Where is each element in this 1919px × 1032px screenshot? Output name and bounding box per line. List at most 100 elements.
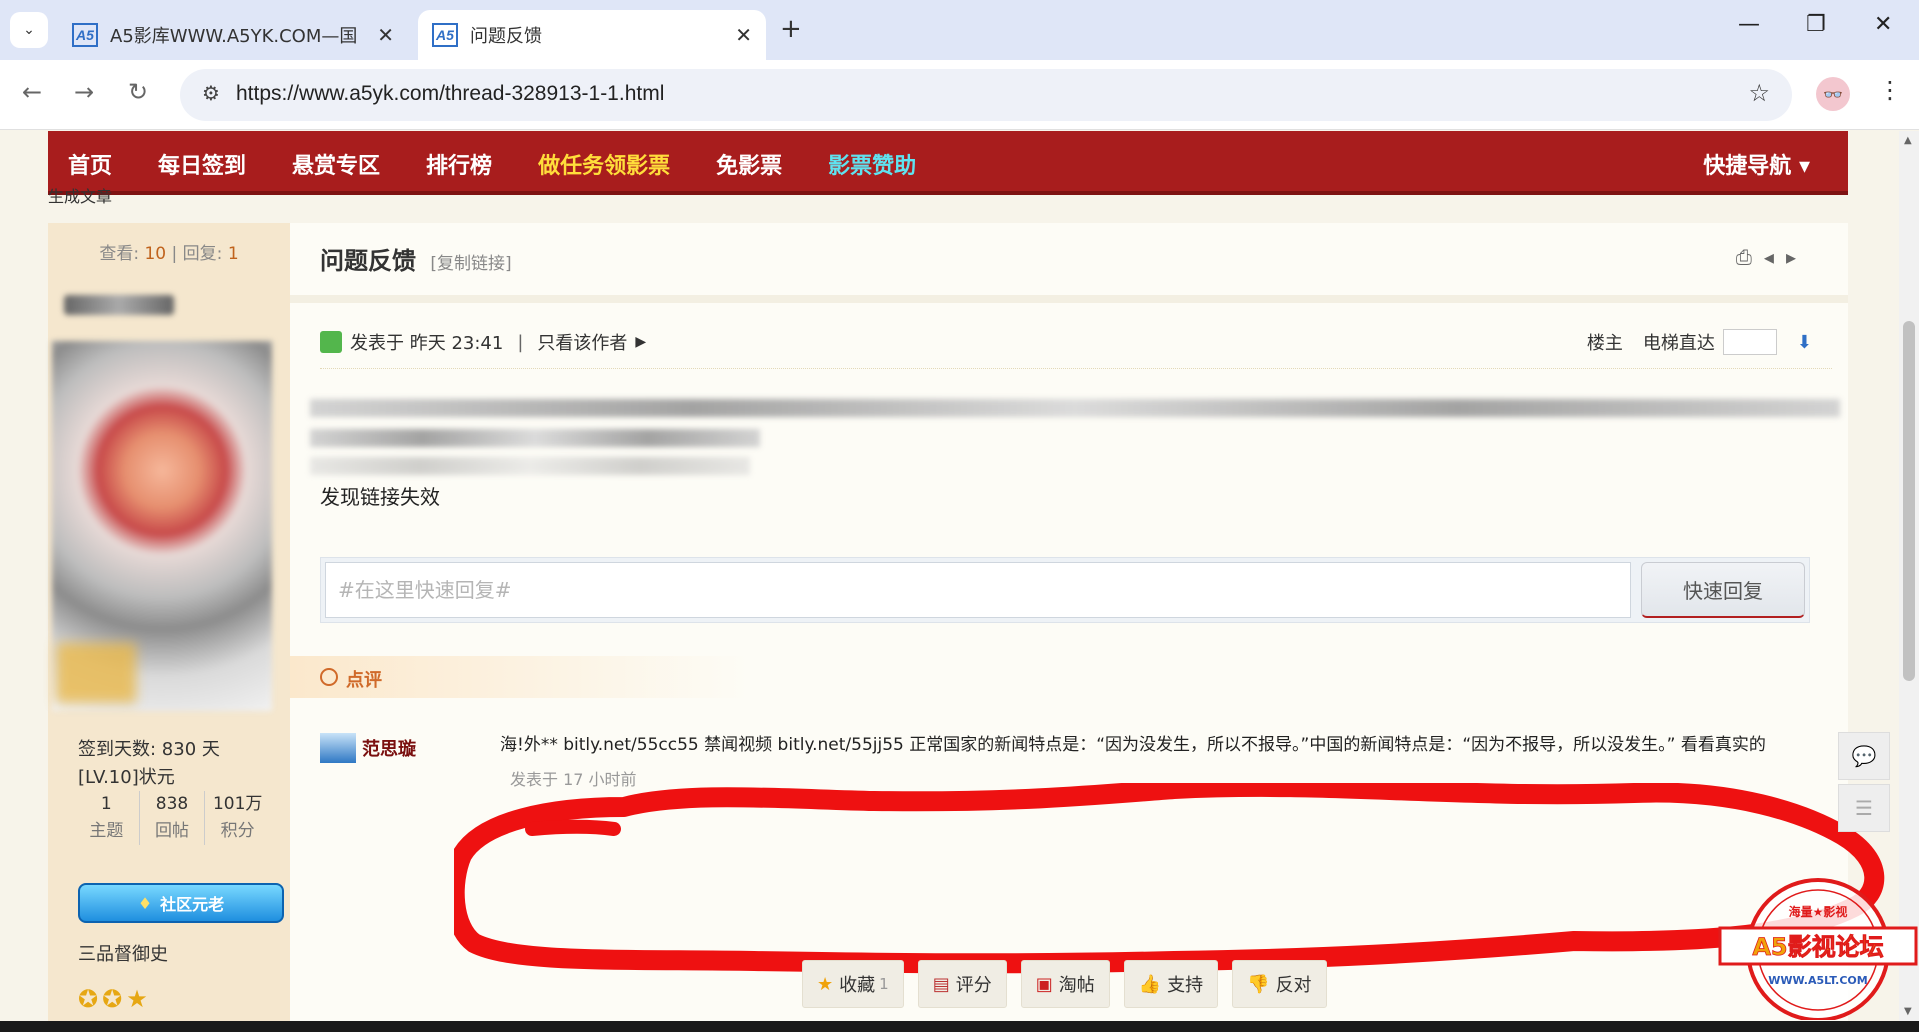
calendar-icon: ▤ bbox=[932, 973, 950, 995]
nav-item-free-tickets[interactable]: 免影票 bbox=[716, 148, 782, 180]
jump-arrow-down-icon[interactable]: ⬇ bbox=[1797, 332, 1812, 353]
restore-icon[interactable]: ❐ bbox=[1806, 12, 1826, 37]
os-taskbar bbox=[0, 1021, 1919, 1032]
diamond-icon: ♦ bbox=[137, 893, 153, 913]
sun-rank-icon: ✪ bbox=[102, 985, 127, 1013]
reload-icon[interactable]: ↻ bbox=[128, 78, 148, 106]
commenter-name[interactable]: 范思璇 bbox=[362, 735, 416, 761]
tab-list-chevron-icon[interactable]: ⌄ bbox=[10, 12, 48, 48]
count-label: 回帖 bbox=[155, 821, 189, 841]
rate-button[interactable]: ▤ 评分 bbox=[917, 960, 1007, 1008]
star-icon: ★ bbox=[817, 973, 834, 995]
quick-reply-input[interactable] bbox=[325, 562, 1631, 618]
meta-divider bbox=[320, 368, 1832, 369]
page-title: 问题反馈 bbox=[320, 247, 416, 275]
watermark-top-text: 海量★影视 bbox=[1789, 904, 1848, 919]
copy-link[interactable]: [复制链接] bbox=[430, 254, 511, 274]
back-arrow-icon[interactable]: ← bbox=[22, 78, 42, 106]
replies-count: 1 bbox=[227, 244, 239, 264]
a5-forum-watermark-logo: 海量★影视 A5影视论坛 WWW.A5LT.COM bbox=[1718, 878, 1918, 1020]
star-rank-icon: ★ bbox=[126, 985, 152, 1013]
comment-section-header: 点评 bbox=[290, 656, 750, 698]
quick-nav-dropdown[interactable]: 快捷导航 ▾ bbox=[1703, 148, 1810, 180]
views-count: 10 bbox=[144, 244, 167, 264]
nav-item-tasks[interactable]: 做任务领影票 bbox=[538, 148, 670, 180]
browser-tab-feedback[interactable]: A5 问题反馈 ✕ bbox=[418, 10, 766, 60]
quick-nav-label: 快捷导航 bbox=[1703, 154, 1792, 179]
box-icon: ▣ bbox=[1035, 973, 1053, 995]
online-status-icon bbox=[320, 331, 342, 353]
url-text[interactable]: https://www.a5yk.com/thread-328913-1-1.h… bbox=[236, 82, 664, 106]
count-label: 主题 bbox=[89, 821, 124, 841]
prev-thread-icon[interactable]: ◂ bbox=[1764, 245, 1786, 269]
comment-header-label: 点评 bbox=[346, 670, 382, 691]
nav-item-bounty[interactable]: 悬赏专区 bbox=[292, 148, 380, 180]
nav-item-home[interactable]: 首页 bbox=[68, 148, 112, 180]
next-thread-icon[interactable]: ▸ bbox=[1786, 245, 1808, 269]
nav-item-checkin[interactable]: 每日签到 bbox=[158, 148, 246, 180]
support-button[interactable]: 👍 支持 bbox=[1123, 960, 1219, 1008]
browser-menu-icon[interactable]: ⋮ bbox=[1878, 76, 1902, 104]
profile-avatar-icon[interactable]: 👓 bbox=[1816, 77, 1850, 111]
count-value: 838 bbox=[155, 794, 189, 814]
nav-items: 首页 每日签到 悬赏专区 排行榜 做任务领影票 免影票 影票赞助 bbox=[68, 148, 916, 180]
action-label: 反对 bbox=[1275, 975, 1312, 996]
tab-close-icon[interactable]: ✕ bbox=[377, 23, 394, 47]
window-close-icon[interactable]: ✕ bbox=[1874, 12, 1892, 37]
user-level: [LV.10]状元 bbox=[78, 767, 175, 788]
watermark-main-text: A5影视论坛 bbox=[1752, 933, 1883, 961]
comment-text: 海!外** bitly.net/55cc55 禁闻视频 bitly.net/55… bbox=[500, 735, 1766, 755]
float-list-icon[interactable]: ☰ bbox=[1838, 784, 1890, 832]
oppose-button[interactable]: 👎 反对 bbox=[1232, 960, 1327, 1008]
commenter[interactable]: 范思璇 bbox=[320, 733, 416, 763]
omnibox[interactable]: ⚙ https://www.a5yk.com/thread-328913-1-1… bbox=[180, 69, 1792, 121]
action-label: 收藏 bbox=[839, 975, 876, 996]
forward-arrow-icon[interactable]: → bbox=[74, 78, 94, 106]
favorite-button[interactable]: ★ 收藏 1 bbox=[802, 960, 904, 1008]
action-label: 淘帖 bbox=[1058, 975, 1095, 996]
caret-down-icon: ▾ bbox=[1798, 154, 1810, 179]
watermark-url-text: WWW.A5LT.COM bbox=[1768, 974, 1867, 987]
count-threads[interactable]: 1 主题 bbox=[74, 791, 139, 845]
browser-tab-a5yk-home[interactable]: A5 A5影库WWW.A5YK.COM—国 ✕ bbox=[58, 10, 408, 60]
count-replies[interactable]: 838 回帖 bbox=[138, 791, 205, 845]
nav-item-sponsor[interactable]: 影票赞助 bbox=[828, 148, 916, 180]
action-label: 支持 bbox=[1167, 975, 1204, 996]
site-settings-icon[interactable]: ⚙ bbox=[202, 81, 220, 105]
minimize-icon[interactable]: — bbox=[1738, 12, 1760, 37]
tab-title: A5影库WWW.A5YK.COM—国 bbox=[110, 26, 358, 47]
floor-jump-input[interactable] bbox=[1722, 329, 1777, 355]
a5-favicon-icon: A5 bbox=[432, 23, 458, 47]
nav-item-ranking[interactable]: 排行榜 bbox=[426, 148, 492, 180]
author-name-blurred[interactable] bbox=[64, 295, 174, 315]
tab-close-icon[interactable]: ✕ bbox=[735, 23, 752, 47]
new-tab-plus-icon[interactable]: + bbox=[780, 14, 802, 44]
collect-button[interactable]: ▣ 淘帖 bbox=[1020, 960, 1110, 1008]
commenter-avatar[interactable] bbox=[320, 733, 356, 763]
count-points[interactable]: 101万 积分 bbox=[204, 791, 270, 845]
scrollbar-thumb[interactable] bbox=[1903, 321, 1915, 681]
site-top-nav: 首页 每日签到 悬赏专区 排行榜 做任务领影票 免影票 影票赞助 快捷导航 ▾ bbox=[48, 131, 1848, 195]
thread-stats: 查看: 10 | 回复: 1 bbox=[48, 239, 290, 264]
title-separator bbox=[290, 295, 1848, 303]
author-counts: 1 主题 838 回帖 101万 积分 bbox=[74, 791, 270, 845]
bookmark-star-icon[interactable]: ☆ bbox=[1748, 79, 1770, 107]
address-bar-row: ← → ↻ ⚙ https://www.a5yk.com/thread-3289… bbox=[0, 60, 1919, 130]
a5-favicon-icon: A5 bbox=[72, 23, 98, 47]
tab-title: 问题反馈 bbox=[470, 26, 542, 47]
blurred-content-line bbox=[310, 429, 760, 447]
author-only-link[interactable]: 只看该作者 bbox=[537, 329, 627, 355]
community-veteran-medal[interactable]: ♦ 社区元老 bbox=[78, 883, 284, 923]
quick-reply-button[interactable]: 快速回复 bbox=[1641, 562, 1805, 618]
floor-owner-label: 楼主 bbox=[1586, 333, 1623, 354]
page-viewport: 首页 每日签到 悬赏专区 排行榜 做任务领影票 免影票 影票赞助 快捷导航 ▾ … bbox=[0, 131, 1899, 1021]
rank-stars: ✪✪★ bbox=[78, 985, 152, 1013]
float-comment-icon[interactable]: 💬 bbox=[1838, 732, 1890, 780]
print-icon[interactable]: ⎙ bbox=[1736, 245, 1764, 269]
count-value: 1 bbox=[100, 794, 112, 814]
stats-separator: | bbox=[171, 244, 178, 264]
gen-article-link[interactable]: 生成文章 bbox=[48, 183, 112, 207]
scroll-up-icon[interactable]: ▲ bbox=[1904, 135, 1912, 146]
views-label: 查看: bbox=[99, 244, 140, 264]
elevator-label: 电梯直达 bbox=[1642, 333, 1715, 354]
